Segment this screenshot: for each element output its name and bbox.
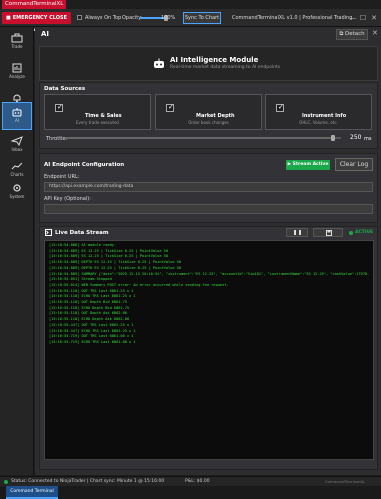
throttle-unit: ms: [364, 136, 372, 142]
sidebar-item-trade[interactable]: Trade: [2, 29, 32, 57]
sidebar-item-label: System: [9, 194, 25, 199]
page-header: AI ⧉ Detach ✕: [35, 27, 381, 43]
checkmark-icon: ✓: [168, 103, 174, 111]
robot-icon: [12, 108, 22, 117]
terminal-icon: [45, 229, 52, 236]
module-subtitle: Real-time market data streaming to AI en…: [170, 65, 281, 70]
pause-button[interactable]: [286, 228, 308, 237]
status-right-text: CommandTerminalXL: [325, 479, 366, 484]
connection-status-dot: [4, 480, 8, 484]
always-on-top-label: Always On Top: [85, 15, 122, 21]
status-indicator-dot: [349, 231, 353, 235]
sidebar-item-label: Trade: [11, 44, 23, 49]
always-on-top-checkbox[interactable]: [77, 15, 82, 20]
clear-log-button[interactable]: Clear Log: [335, 158, 373, 171]
throttle-slider-thumb[interactable]: [331, 135, 335, 141]
source-subtitle: Order book changes: [188, 120, 229, 125]
save-icon: [326, 230, 332, 236]
opacity-value: 100%: [161, 15, 176, 21]
source-subtitle: OHLC, Volume, etc.: [299, 120, 338, 125]
briefcase-icon: [11, 33, 23, 43]
throttle-value: 250: [350, 134, 362, 141]
source-subtitle: Every trade executed: [76, 120, 119, 125]
module-title: AI Intelligence Module: [170, 56, 259, 64]
checkmark-icon: ✓: [278, 103, 284, 111]
sidebar-item-inbox[interactable]: Inbox: [2, 132, 32, 160]
sidebar-item-analyze[interactable]: Analyze: [2, 59, 32, 87]
robot-icon: [154, 58, 164, 68]
page-title: AI: [41, 30, 50, 38]
sidebar-item-ai[interactable]: AI: [2, 102, 32, 130]
throttle-slider[interactable]: [65, 134, 341, 142]
instrument-info-checkbox[interactable]: ✓: [276, 103, 284, 112]
maximize-button[interactable]: ☐: [358, 9, 368, 27]
detach-button[interactable]: ⧉ Detach: [336, 29, 368, 40]
data-sources-title: Data Sources: [44, 86, 86, 92]
endpoint-config-title: AI Endpoint Configuration: [44, 162, 125, 168]
endpoint-url-input[interactable]: https://api.example.com/trading-data: [44, 182, 373, 192]
api-key-input[interactable]: [44, 204, 373, 214]
live-data-log[interactable]: [15:16:54.886] AI module ready. [15:16:54…: [44, 240, 374, 460]
sidebar-item-label: Inbox: [11, 147, 23, 152]
sidebar-item-label: Charts: [10, 172, 24, 177]
minimize-button[interactable]: —: [348, 9, 358, 27]
sync-to-chart-button[interactable]: Sync To Chart: [183, 12, 221, 24]
stream-status: ACTIVE: [355, 230, 374, 235]
send-icon: [11, 136, 23, 146]
throttle-slider-fill: [65, 137, 335, 139]
close-button[interactable]: ✕: [369, 9, 379, 27]
source-title: Instrument Info: [302, 113, 347, 119]
sidebar-item-system[interactable]: System: [2, 179, 32, 207]
source-title: Time & Sales: [85, 113, 122, 119]
endpoint-url-label: Endpoint URL:: [44, 174, 80, 180]
detach-icon: ⧉: [339, 31, 344, 37]
source-market-depth[interactable]: ✓ Market Depth Order book changes: [155, 94, 262, 130]
warning-icon: ■: [5, 15, 11, 21]
log-line: [15:16:55.719] ECHO TRS Last 6861.00 x 1: [49, 339, 136, 344]
taskbar: Command Terminal: [0, 486, 381, 499]
source-title: Market Depth: [196, 113, 235, 119]
status-text: Status: Connected to NinjaTrader | Chart…: [11, 479, 165, 484]
status-bar: Status: Connected to NinjaTrader | Chart…: [0, 476, 381, 486]
toolbar: ■EMERGENCY CLOSE ALL Always On Top Opaci…: [0, 9, 381, 33]
market-depth-checkbox[interactable]: ✓: [166, 103, 174, 112]
analyze-icon: [12, 63, 22, 73]
save-log-button[interactable]: [313, 228, 343, 237]
api-key-label: API Key (Optional):: [44, 196, 91, 202]
stream-active-button[interactable]: ▶ Stream Active: [286, 160, 330, 170]
title-bar: CommandTerminalXL: [0, 0, 381, 9]
sidebar: Trade Analyze Alerts AI Inbox Charts Sys…: [0, 27, 34, 475]
taskbar-tab-command-terminal[interactable]: Command Terminal: [6, 486, 58, 499]
gear-icon: [13, 184, 21, 192]
sidebar-item-label: AI: [15, 118, 19, 123]
emergency-close-all-button[interactable]: ■EMERGENCY CLOSE ALL: [2, 12, 71, 33]
app-title: CommandTerminalXL: [2, 0, 67, 9]
charts-icon: [11, 162, 23, 170]
header-close-icon[interactable]: ✕: [372, 29, 378, 37]
pause-icon: [294, 230, 301, 235]
ai-module-header: AI Intelligence Module Real-time market …: [39, 46, 378, 81]
source-instrument-info[interactable]: ✓ Instrument Info OHLC, Volume, etc.: [265, 94, 372, 130]
checkmark-icon: ✓: [57, 103, 63, 111]
window-title-text: CommandTerminalXL v1.0 | Professional Tr…: [232, 15, 352, 21]
source-time-and-sales[interactable]: ✓ Time & Sales Every trade executed: [44, 94, 151, 130]
live-stream-title: Live Data Stream: [55, 230, 109, 236]
time-and-sales-checkbox[interactable]: ✓: [55, 103, 63, 112]
sidebar-item-label: Analyze: [9, 74, 25, 79]
pnl-text: P&L: $0.00: [185, 479, 210, 484]
